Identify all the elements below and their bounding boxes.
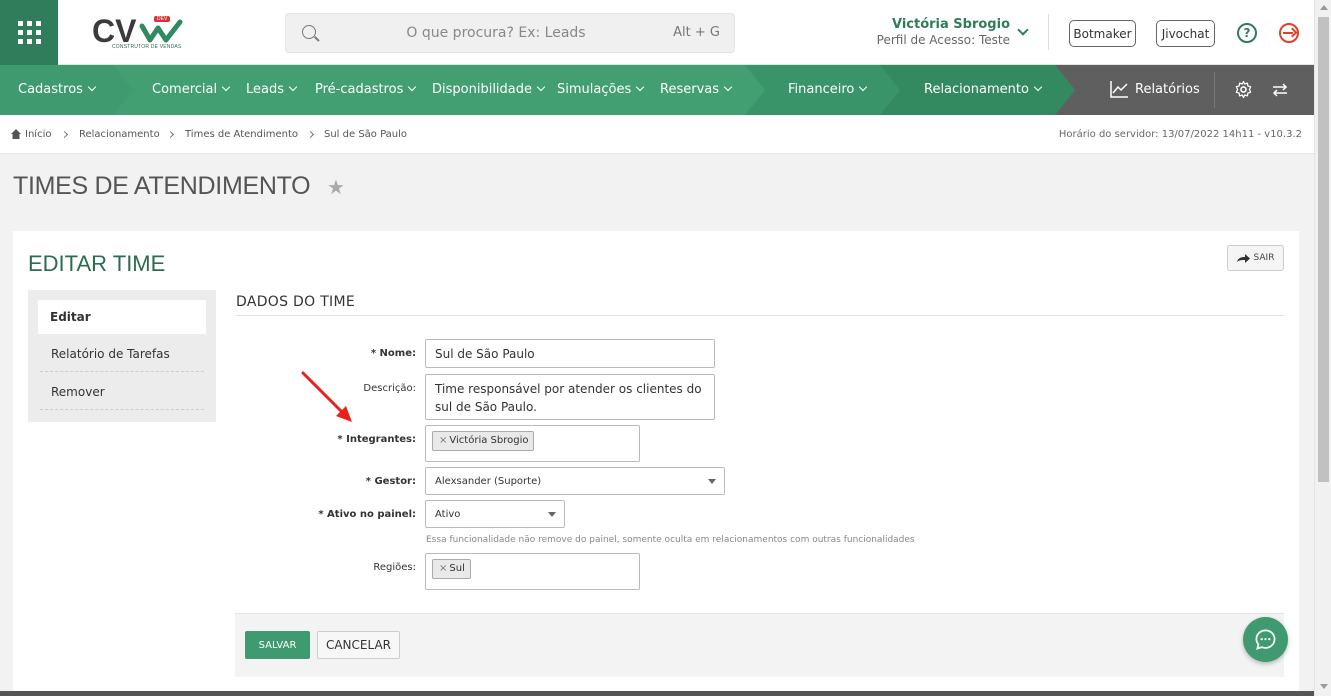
user-profile: Perfil de Acesso: Teste — [876, 33, 1010, 47]
region-tag[interactable]: × Sul — [432, 559, 471, 579]
name-label: * Nome: — [370, 348, 416, 359]
active-label: * Ativo no painel: — [318, 509, 416, 520]
nav-simulacoes[interactable]: Simulações — [557, 65, 645, 115]
annotation-arrow-icon — [301, 371, 352, 422]
help-icon[interactable]: ? — [1237, 23, 1257, 43]
exit-button[interactable]: SAIR — [1227, 245, 1284, 271]
chevron-down-icon — [221, 82, 231, 92]
breadcrumb-times[interactable]: Times de Atendimento — [185, 129, 298, 140]
chevron-right-icon — [60, 130, 69, 139]
swap-icon[interactable] — [1272, 83, 1288, 97]
name-input[interactable] — [425, 339, 715, 368]
chat-button[interactable] — [1243, 617, 1288, 662]
manager-select-value: Alexsander (Suporte) — [435, 476, 542, 487]
scroll-up-icon[interactable] — [1320, 5, 1328, 10]
logo[interactable]: CV DEV CONSTRUTOR DE VENDAS — [92, 12, 184, 54]
close-icon[interactable]: × — [439, 563, 447, 574]
breadcrumb-current: Sul de São Paulo — [324, 129, 408, 140]
save-button[interactable]: SALVAR — [245, 631, 310, 659]
nav-relacionamento[interactable]: Relacionamento — [924, 65, 1043, 115]
breadcrumb-relacionamento[interactable]: Relacionamento — [79, 129, 160, 140]
global-search[interactable]: Alt + G — [285, 13, 735, 53]
jivochat-button[interactable]: Jivochat — [1156, 20, 1215, 47]
active-select[interactable]: Ativo — [425, 500, 565, 528]
logout-icon[interactable] — [1279, 23, 1299, 43]
regions-label: Regiões: — [373, 562, 416, 573]
scroll-down-icon[interactable] — [1320, 684, 1328, 689]
cancel-button[interactable]: CANCELAR — [317, 631, 400, 659]
members-label: * Integrantes: — [337, 434, 416, 445]
logo-subtitle: CONSTRUTOR DE VENDAS — [112, 44, 182, 50]
side-item-relatorio-tarefas[interactable]: Relatório de Tarefas — [38, 336, 206, 372]
grid-icon — [17, 21, 41, 44]
nav-financeiro[interactable]: Financeiro — [788, 65, 868, 115]
home-icon — [11, 129, 21, 139]
nav-leads[interactable]: Leads — [246, 65, 298, 115]
menu-divider — [40, 371, 204, 372]
nav-divider — [1214, 72, 1215, 108]
page-scrollbar[interactable] — [1314, 0, 1331, 696]
page-title: TIMES DE ATENDIMENTO — [13, 172, 311, 200]
server-time: Horário do servidor: 13/07/2022 14h11 - … — [1058, 129, 1302, 140]
search-input[interactable] — [346, 20, 646, 46]
section-divider — [236, 315, 1284, 316]
scroll-thumb[interactable] — [1318, 17, 1329, 482]
search-icon — [302, 25, 316, 39]
manager-select[interactable]: Alexsander (Suporte) — [425, 467, 725, 495]
search-shortcut-hint: Alt + G — [673, 25, 720, 40]
member-tag[interactable]: × Victória Sbrogio — [432, 431, 535, 451]
card-title: EDITAR TIME — [28, 251, 166, 276]
description-textarea[interactable]: Time responsável por atender os clientes… — [425, 374, 715, 420]
manager-label: * Gestor: — [365, 476, 416, 487]
side-menu: Editar Relatório de Tarefas Remover — [28, 290, 216, 422]
chevron-down-icon — [859, 82, 868, 92]
chart-icon — [1110, 81, 1128, 98]
gear-icon[interactable] — [1234, 80, 1253, 99]
chat-icon — [1255, 629, 1276, 650]
nav-cadastros[interactable]: Cadastros — [18, 65, 97, 115]
nav-comercial[interactable]: Comercial — [152, 65, 231, 115]
side-item-remover[interactable]: Remover — [38, 374, 206, 410]
apps-menu-button[interactable] — [0, 0, 58, 65]
breadcrumb: Início Relacionamento Times de Atendimen… — [0, 115, 1314, 154]
logo-dev-badge: DEV — [154, 16, 171, 22]
user-name[interactable]: Victória Sbrogio — [874, 17, 1010, 32]
chevron-down-icon — [635, 82, 645, 92]
breadcrumb-inicio[interactable]: Início — [25, 129, 51, 140]
chevron-down-icon — [1033, 82, 1043, 92]
chevron-down-icon — [87, 82, 97, 92]
nav-disponibilidade[interactable]: Disponibilidade — [432, 65, 546, 115]
chevron-right-icon — [306, 130, 315, 139]
header-divider — [1048, 14, 1049, 50]
active-help-text: Essa funcionalidade não remove do painel… — [426, 535, 915, 545]
side-item-editar[interactable]: Editar — [38, 300, 206, 334]
caret-down-icon — [548, 512, 556, 517]
share-arrow-icon — [1236, 253, 1250, 263]
chevron-down-icon — [536, 82, 546, 92]
chevron-down-icon — [723, 82, 733, 92]
chevron-down-icon — [408, 82, 417, 92]
close-icon[interactable]: × — [439, 435, 447, 446]
star-icon[interactable]: ★ — [327, 175, 345, 199]
window-bottom-edge — [0, 691, 1314, 696]
active-select-value: Ativo — [435, 509, 461, 520]
chevron-down-icon — [288, 82, 298, 92]
exit-label: SAIR — [1253, 253, 1275, 263]
botmaker-button[interactable]: Botmaker — [1069, 20, 1136, 47]
nav-pre-cadastros[interactable]: Pré-cadastros — [315, 65, 417, 115]
chevron-right-icon — [166, 130, 175, 139]
nav-reservas[interactable]: Reservas — [660, 65, 733, 115]
caret-down-icon — [708, 479, 716, 484]
nav-relatorios[interactable]: Relatórios — [1135, 65, 1200, 115]
section-title: DADOS DO TIME — [236, 294, 356, 310]
menu-divider — [40, 409, 204, 410]
